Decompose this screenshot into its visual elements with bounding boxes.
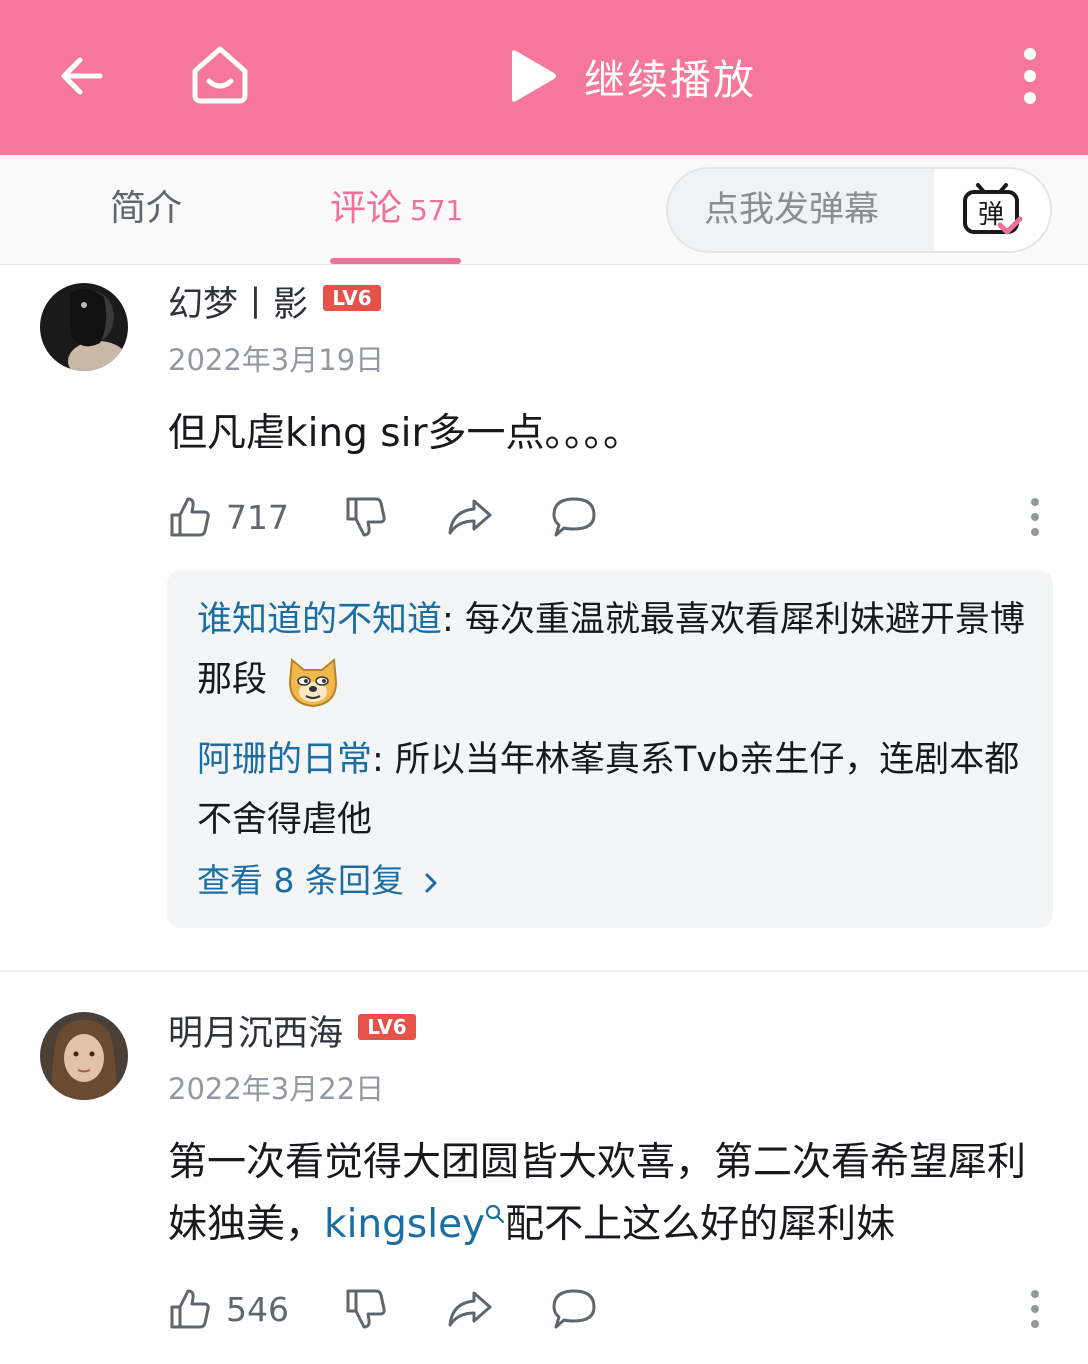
avatar-image <box>40 1012 128 1100</box>
reply-username[interactable]: 谁知道的不知道 <box>197 600 442 640</box>
like-count: 717 <box>226 497 289 537</box>
dislike-button[interactable] <box>344 1284 388 1334</box>
username-text: 幻梦丨影 <box>168 284 309 325</box>
chevron-right-icon <box>425 873 437 892</box>
comment-text-part: 配不上这么好的犀利妹 <box>505 1202 896 1247</box>
comment-date: 2022年3月19日 <box>168 343 385 377</box>
search-icon <box>486 1204 505 1224</box>
reply-username[interactable]: 阿珊的日常 <box>197 740 372 780</box>
comment-date: 2022年3月22日 <box>168 1072 385 1106</box>
level-badge: LV6 <box>357 1010 417 1050</box>
active-tab-indicator <box>330 258 461 264</box>
reply-item[interactable]: 谁知道的不知道: 每次重温就最喜欢看犀利妹避开景博那段 <box>197 590 1027 710</box>
share-icon <box>448 1291 492 1327</box>
comment-item: 明月沉西海 LV6 2022年3月22日 第一次看觉得大团圆皆大欢喜，第二次看希… <box>0 994 1088 1364</box>
username-text: 明月沉西海 <box>168 1013 344 1054</box>
comment-actions: 717 <box>168 492 1048 542</box>
tab-comments-label: 评论 <box>330 188 403 229</box>
danmu-input[interactable]: 点我发弹幕 弹 <box>666 167 1052 253</box>
level-text: LV6 <box>332 286 371 310</box>
thumbs-up-icon <box>170 497 210 537</box>
comment-bubble-icon <box>552 1289 596 1329</box>
comment-text: 但凡虐king sir多一点。。。。 <box>168 411 642 456</box>
comment-text: 第一次看觉得大团圆皆大欢喜，第二次看希望犀利妹独美，kingsley 配不上这么好… <box>168 1132 1058 1256</box>
comment-more-button[interactable] <box>1030 492 1040 542</box>
continue-play-button[interactable]: 继续播放 <box>500 36 756 116</box>
more-menu-button[interactable] <box>1000 40 1060 112</box>
view-more-replies-link[interactable]: 查看 8 条回复 <box>197 854 440 902</box>
tab-bar: 简介 评论 571 点我发弹幕 弹 <box>0 155 1088 265</box>
username[interactable]: 明月沉西海 LV6 <box>168 1008 417 1054</box>
like-button[interactable]: 717 <box>168 492 289 542</box>
danmu-placeholder: 点我发弹幕 <box>704 190 880 230</box>
username[interactable]: 幻梦丨影 LV6 <box>168 279 382 325</box>
reply-button[interactable] <box>550 492 598 542</box>
comment-actions: 546 <box>168 1284 1048 1334</box>
replies-preview[interactable]: 谁知道的不知道: 每次重温就最喜欢看犀利妹避开景博那段 阿珊的日常: 所以当年林… <box>167 570 1053 928</box>
tab-intro[interactable]: 简介 <box>110 183 182 243</box>
play-icon <box>512 50 556 102</box>
like-button[interactable]: 546 <box>168 1284 289 1334</box>
comment-item: 幻梦丨影 LV6 2022年3月19日 但凡虐king sir多一点。。。。 7… <box>0 265 1088 971</box>
level-badge: LV6 <box>322 281 382 321</box>
comment-more-button[interactable] <box>1030 1284 1040 1334</box>
dislike-button[interactable] <box>344 492 388 542</box>
reply-item[interactable]: 阿珊的日常: 所以当年林峯真系Tvb亲生仔，连剧本都不舍得虐他 <box>197 730 1027 850</box>
danmu-toggle-button[interactable]: 弹 <box>934 169 1050 251</box>
back-button[interactable] <box>46 40 118 112</box>
share-icon <box>448 499 492 535</box>
top-bar: 继续播放 <box>0 0 1088 155</box>
more-vertical-icon <box>1031 498 1039 536</box>
comment-divider <box>0 970 1088 972</box>
avatar[interactable] <box>40 1012 128 1100</box>
like-count: 546 <box>226 1289 289 1329</box>
view-more-replies-label: 查看 8 条回复 <box>197 861 404 900</box>
tab-comments[interactable]: 评论 571 <box>330 183 463 243</box>
doge-emoji-icon <box>289 658 338 708</box>
mention-text: kingsley <box>324 1202 486 1247</box>
avatar-image <box>40 283 128 371</box>
home-button[interactable] <box>182 36 258 112</box>
arrow-left-icon <box>61 57 103 95</box>
comment-bubble-icon <box>552 497 596 537</box>
thumbs-down-icon <box>346 1289 386 1329</box>
more-vertical-icon <box>1031 1290 1039 1328</box>
avatar[interactable] <box>40 283 128 371</box>
thumbs-down-icon <box>346 497 386 537</box>
more-vertical-icon <box>1024 48 1036 104</box>
thumbs-up-icon <box>170 1289 210 1329</box>
reply-button[interactable] <box>550 1284 598 1334</box>
continue-play-label: 继续播放 <box>584 56 756 104</box>
search-keyword-link[interactable]: kingsley <box>324 1202 505 1247</box>
share-button[interactable] <box>446 1284 494 1334</box>
level-text: LV6 <box>367 1015 406 1039</box>
share-button[interactable] <box>446 492 494 542</box>
danmu-icon: 弹 <box>963 183 1023 235</box>
comments-count: 571 <box>410 194 464 227</box>
home-icon <box>192 46 248 104</box>
